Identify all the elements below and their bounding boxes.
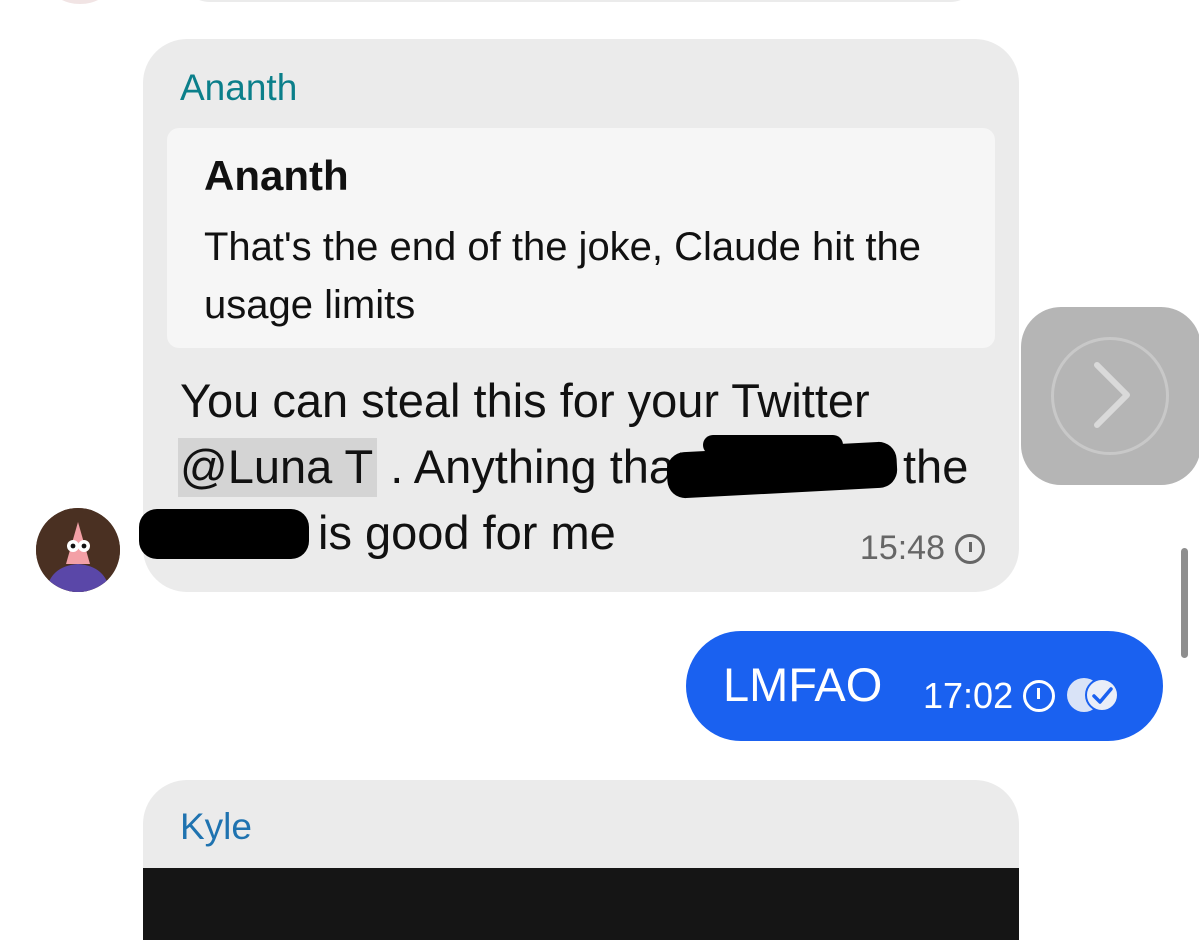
clock-icon [955, 533, 985, 564]
double-check-icon [1065, 678, 1121, 714]
message-timestamp: 15:48 [860, 529, 985, 568]
timestamp-text: 17:02 [923, 675, 1014, 716]
media-preview[interactable] [143, 868, 1019, 940]
reply-quote[interactable]: Ananth That's the end of the joke, Claud… [167, 128, 995, 348]
previous-message-bubble[interactable] [180, 0, 980, 2]
message-text-line: @Luna T . Anything that [178, 438, 689, 497]
outgoing-message-bubble[interactable]: LMFAO 17:02 [686, 631, 1163, 741]
redaction-mark [139, 509, 309, 559]
incoming-message-bubble[interactable]: Kyle [143, 780, 1019, 940]
chevron-right-icon [1094, 362, 1130, 428]
sender-name[interactable]: Kyle [180, 806, 252, 848]
forward-button[interactable] [1021, 307, 1199, 485]
avatar[interactable] [36, 508, 120, 592]
scrollbar[interactable] [1181, 548, 1188, 658]
previous-avatar[interactable] [52, 0, 108, 4]
message-text: . Anything that [377, 440, 689, 493]
message-text: the [903, 440, 969, 493]
user-mention[interactable]: @Luna T [178, 438, 378, 497]
redaction-mark [665, 441, 899, 499]
message-text-line: You can steal this for your Twitter [180, 374, 870, 427]
quote-author: Ananth [204, 152, 349, 199]
sender-name[interactable]: Ananth [180, 67, 297, 109]
timestamp-text: 15:48 [859, 529, 945, 567]
clock-icon [1023, 680, 1056, 712]
message-text: LMFAO [723, 658, 883, 711]
incoming-message-bubble[interactable]: Ananth Ananth That's the end of the joke… [139, 39, 1019, 592]
quote-text: That's the end of the joke, Claude hit t… [204, 225, 921, 327]
message-text-line: is good for me [318, 506, 616, 559]
message-timestamp: 17:02 [923, 675, 1121, 717]
